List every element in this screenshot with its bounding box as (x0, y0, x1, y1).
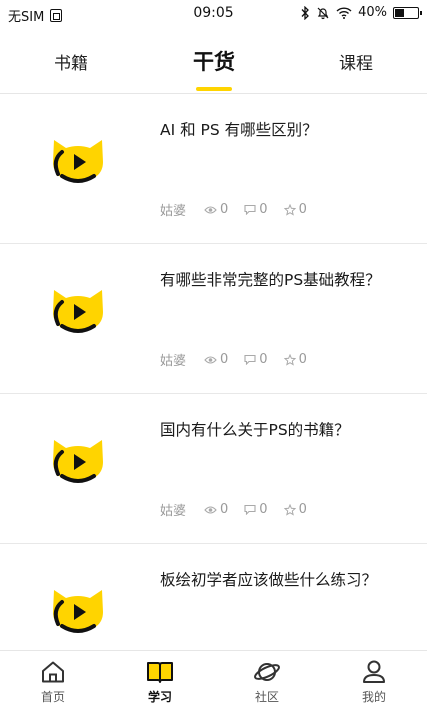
home-icon (42, 661, 64, 683)
author-name: 姑婆 (160, 354, 187, 369)
article-meta: 姑婆 0 0 0 (160, 350, 323, 369)
favorite-count: 0 (283, 502, 307, 517)
tab-label: 课程 (339, 53, 373, 74)
article-title[interactable]: AI 和 PS 有哪些区别？ (160, 118, 410, 142)
comment-count: 0 (244, 352, 268, 367)
view-count: 0 (204, 502, 228, 517)
comment-count: 0 (244, 202, 268, 217)
nav-label: 社区 (254, 690, 279, 704)
wifi-icon (336, 6, 352, 19)
eye-icon (204, 355, 217, 364)
nav-label: 学习 (147, 690, 172, 704)
tab-courses[interactable]: 课程 (305, 28, 407, 94)
cat-play-icon (53, 440, 103, 483)
nav-home[interactable]: 首页 (0, 651, 106, 710)
feed-item[interactable]: AI 和 PS 有哪些区别？ 姑婆 0 0 0 (0, 94, 427, 244)
nav-study[interactable]: 学习 (107, 651, 213, 710)
status-bar: 无SIM 09:05 40% (0, 0, 427, 28)
comment-icon (244, 204, 256, 215)
feed-item[interactable]: 国内有什么关于PS的书籍？ 姑婆 0 0 0 (0, 394, 427, 544)
article-title[interactable]: 板绘初学者应该做些什么练习？ (160, 568, 410, 592)
star-icon (283, 203, 296, 216)
eye-icon (204, 505, 217, 514)
article-meta: 姑婆 0 0 0 (160, 500, 323, 519)
battery-icon (393, 6, 422, 19)
favorite-count: 0 (283, 352, 307, 367)
tab-books[interactable]: 书籍 (20, 28, 122, 94)
cat-play-icon (53, 290, 103, 333)
profile-icon (363, 660, 385, 683)
author-name: 姑婆 (160, 204, 187, 219)
view-count: 0 (204, 352, 228, 367)
star-icon (283, 353, 296, 366)
view-count-value: 0 (220, 352, 229, 367)
comment-count-value: 0 (259, 352, 268, 367)
battery-percent: 40% (358, 5, 387, 20)
view-count-value: 0 (220, 502, 229, 517)
author-name: 姑婆 (160, 504, 187, 519)
cat-play-icon (53, 590, 103, 633)
active-tab-indicator (196, 87, 232, 91)
favorite-count-value: 0 (298, 352, 307, 367)
battery-level (395, 8, 404, 17)
comment-count-value: 0 (259, 502, 268, 517)
star-icon (283, 503, 296, 516)
nav-label: 我的 (361, 690, 386, 704)
status-right: 40% (300, 5, 422, 20)
tab-articles[interactable]: 干货 (163, 28, 265, 94)
comment-icon (244, 354, 256, 365)
feed-item[interactable]: 有哪些非常完整的PS基础教程？ 姑婆 0 0 0 (0, 244, 427, 394)
article-feed: AI 和 PS 有哪些区别？ 姑婆 0 0 0 有哪些非常完整的PS基础教程？ (0, 94, 427, 650)
comment-count: 0 (244, 502, 268, 517)
article-title[interactable]: 有哪些非常完整的PS基础教程？ (160, 268, 410, 292)
mute-bell-icon (317, 7, 329, 19)
view-count: 0 (204, 202, 228, 217)
nav-community[interactable]: 社区 (214, 651, 320, 710)
tab-label: 干货 (193, 50, 235, 74)
nav-label: 首页 (40, 690, 65, 704)
comment-count-value: 0 (259, 202, 268, 217)
cat-play-icon (53, 140, 103, 183)
feed-item[interactable]: 板绘初学者应该做些什么练习？ (0, 544, 427, 650)
book-icon (147, 662, 173, 683)
planet-icon (254, 663, 280, 681)
favorite-count-value: 0 (298, 202, 307, 217)
tab-label: 书籍 (54, 53, 88, 74)
favorite-count: 0 (283, 202, 307, 217)
favorite-count-value: 0 (298, 502, 307, 517)
top-tab-bar: 书籍 干货 课程 (0, 28, 427, 94)
comment-icon (244, 504, 256, 515)
view-count-value: 0 (220, 202, 229, 217)
bottom-nav: 首页 学习 社区 我的 (0, 650, 427, 710)
article-title[interactable]: 国内有什么关于PS的书籍？ (160, 418, 410, 442)
nav-profile[interactable]: 我的 (321, 651, 427, 710)
eye-icon (204, 205, 217, 214)
article-meta: 姑婆 0 0 0 (160, 200, 323, 219)
bluetooth-icon (301, 5, 310, 20)
